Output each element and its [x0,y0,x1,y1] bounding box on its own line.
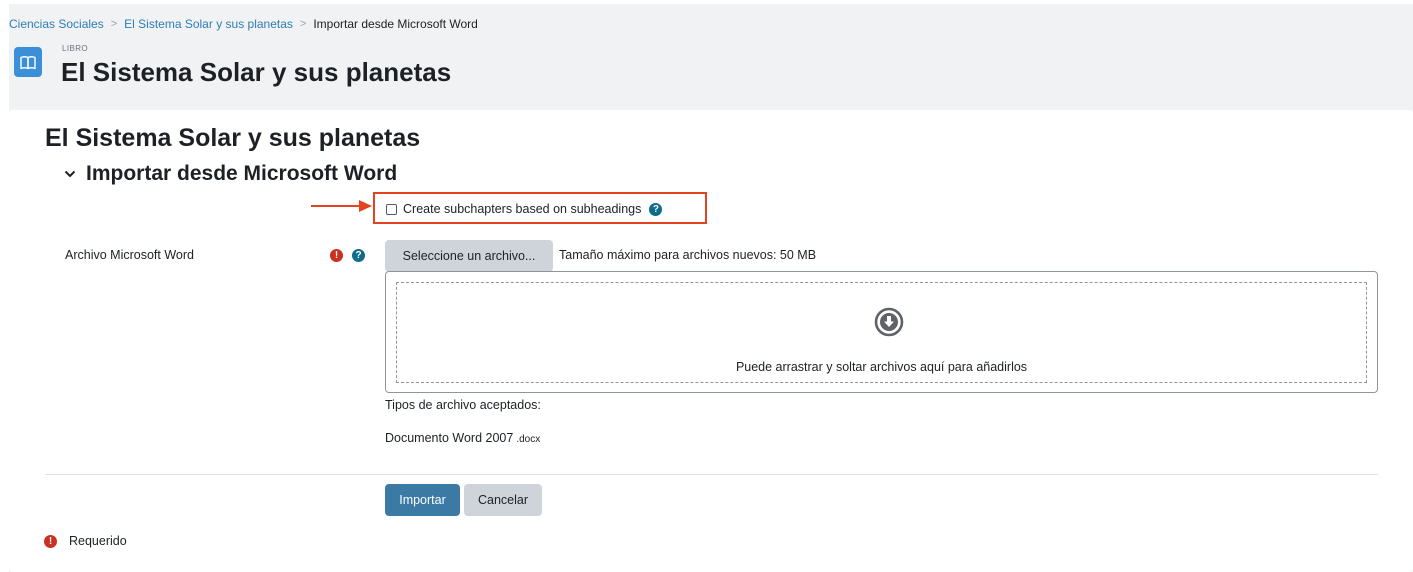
module-type-label: LIBRO [62,44,89,53]
accepted-types-label: Tipos de archivo aceptados: [385,398,541,412]
dropzone-text: Puede arrastrar y soltar archivos aquí p… [735,360,1028,374]
breadcrumb-separator: > [110,18,118,30]
book-title: El Sistema Solar y sus planetas [45,124,421,152]
file-field-label: Archivo Microsoft Word [65,248,194,262]
required-icon: ! [44,534,57,548]
help-icon[interactable]: ? [352,249,365,262]
breadcrumb-item-course[interactable]: Ciencias Sociales [9,17,104,31]
dropzone-dashed-area: Puede arrastrar y soltar archivos aquí p… [396,282,1367,383]
file-field-icons: ! ? [330,249,365,262]
help-icon[interactable]: ? [649,202,663,216]
accepted-type-item: Documento Word 2007 .docx [385,431,540,445]
cancel-button[interactable]: Cancelar [464,484,542,516]
breadcrumb: Ciencias Sociales > El Sistema Solar y s… [9,17,478,31]
import-button[interactable]: Importar [385,484,460,516]
chevron-down-icon [62,166,78,182]
breadcrumb-current: Importar desde Microsoft Word [313,17,478,31]
annotation-arrow-icon [311,200,372,212]
form-divider [45,474,1378,475]
subchapters-checkbox[interactable] [386,203,397,215]
file-dropzone[interactable]: Puede arrastrar y soltar archivos aquí p… [385,271,1378,393]
accepted-type-name: Documento Word 2007 [385,431,514,445]
book-icon [14,47,42,77]
choose-file-button[interactable]: Seleccione un archivo... [385,240,553,272]
max-file-size: Tamaño máximo para archivos nuevos: 50 M… [559,248,817,262]
section-toggle[interactable]: Importar desde Microsoft Word [62,162,397,186]
download-arrow-icon [874,307,904,337]
section-title: Importar desde Microsoft Word [86,162,398,185]
breadcrumb-item-book[interactable]: El Sistema Solar y sus planetas [124,17,293,31]
page-title: El Sistema Solar y sus planetas [61,57,452,87]
breadcrumb-separator: > [299,18,307,30]
required-legend: ! Requerido [44,534,127,548]
required-icon: ! [330,249,343,262]
required-legend-text: Requerido [69,534,127,548]
accepted-type-extension: .docx [516,434,541,445]
subchapters-option: Create subchapters based on subheadings … [386,202,663,216]
subchapters-checkbox-label[interactable]: Create subchapters based on subheadings [403,202,641,216]
